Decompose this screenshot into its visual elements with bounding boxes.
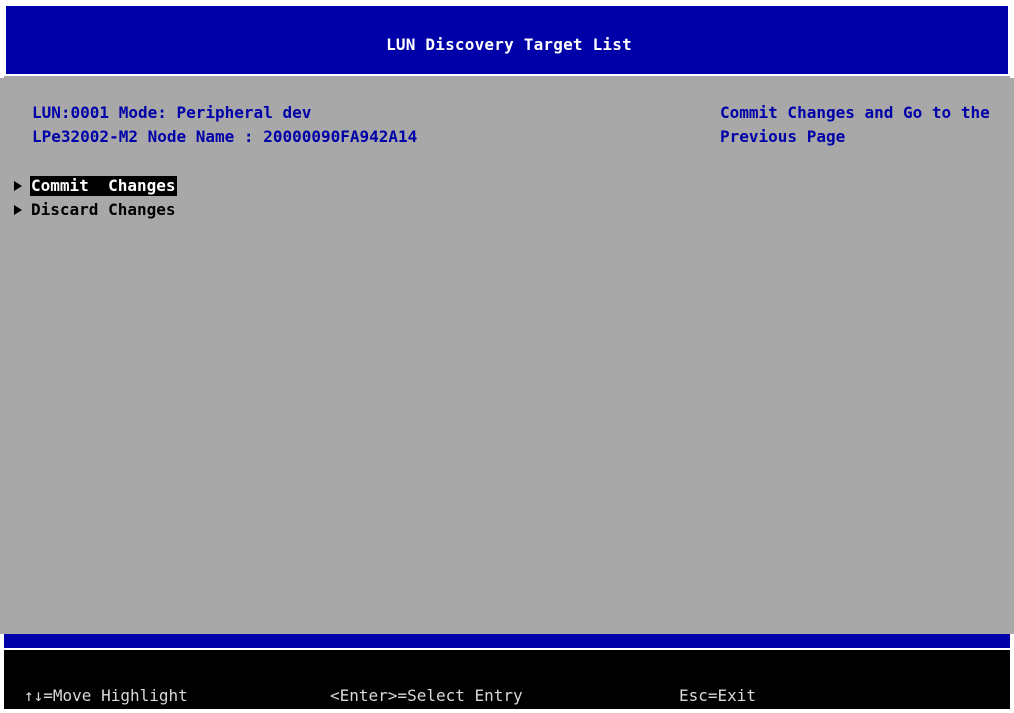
content-area: LUN:0001 Mode: Peripheral dev LPe32002-M… [4, 76, 1010, 634]
help-text-line2: Previous Page [720, 127, 846, 146]
menu-item-discard-changes[interactable]: Discard Changes [12, 200, 177, 220]
page-title: LUN Discovery Target List [386, 35, 632, 54]
move-highlight-hint: ↑↓=Move Highlight [24, 686, 188, 705]
menu-item-commit-changes[interactable]: Commit Changes [12, 176, 177, 196]
help-text-line1: Commit Changes and Go to the [720, 103, 990, 122]
node-name-info: LPe32002-M2 Node Name : 20000090FA942A14 [32, 127, 418, 146]
triangle-right-icon [14, 205, 22, 215]
triangle-right-icon [14, 181, 22, 191]
menu-item-label: Discard Changes [31, 200, 176, 219]
title-frame: LUN Discovery Target List [4, 4, 1010, 76]
bios-screen: LUN Discovery Target List LUN:0001 Mode:… [0, 0, 1014, 713]
title-panel: LUN Discovery Target List [4, 4, 1010, 76]
lun-mode-info: LUN:0001 Mode: Peripheral dev [32, 103, 312, 122]
footer-divider [4, 634, 1010, 648]
footer: ↑↓=Move Highlight <Enter>=Select Entry E… [0, 634, 1014, 713]
title-bar: LUN Discovery Target List [0, 0, 1014, 78]
exit-hint: Esc=Exit [679, 686, 757, 705]
select-entry-hint: <Enter>=Select Entry [330, 686, 523, 705]
menu-item-label: Commit Changes [30, 176, 177, 196]
